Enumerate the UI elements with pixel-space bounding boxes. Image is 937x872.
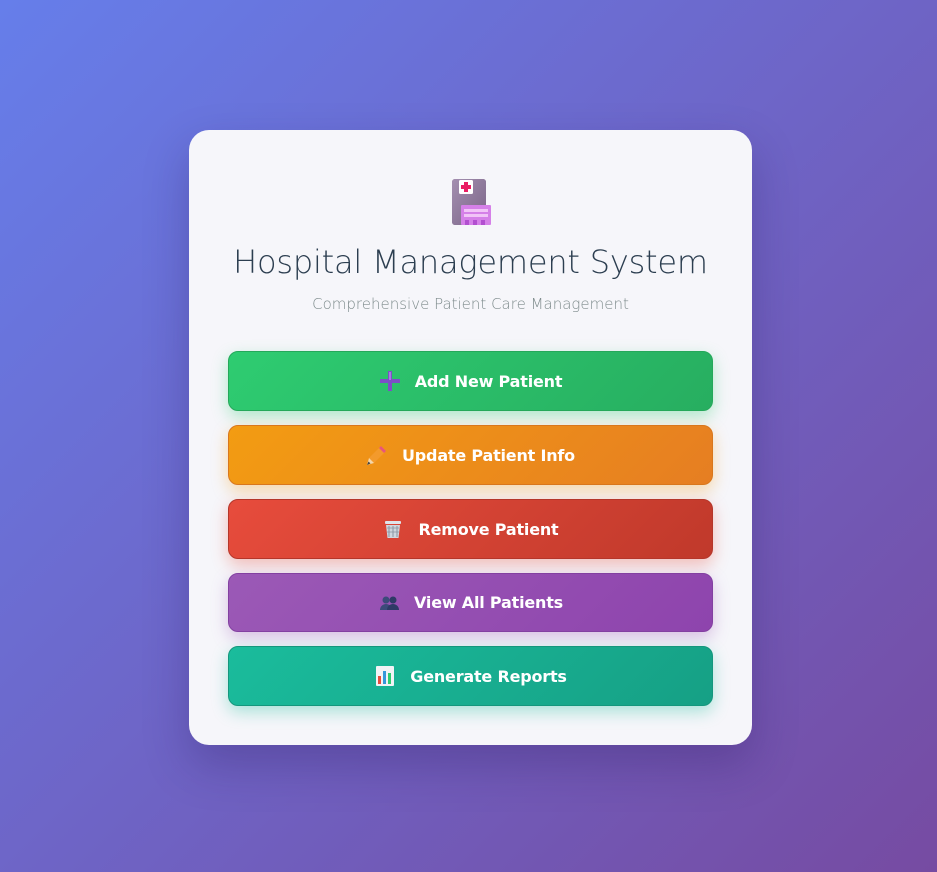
add-new-patient-label: Add New Patient xyxy=(414,371,563,391)
pencil-icon xyxy=(366,444,388,466)
generate-reports-button[interactable]: Generate Reports xyxy=(228,646,713,706)
add-new-patient-button[interactable]: Add New Patient xyxy=(228,351,713,411)
users-icon xyxy=(378,592,400,614)
plus-icon xyxy=(379,370,401,392)
generate-reports-label: Generate Reports xyxy=(410,666,567,686)
page-title: Hospital Management System xyxy=(233,243,708,281)
hospital-icon xyxy=(449,178,495,228)
chart-icon xyxy=(374,665,396,687)
view-all-patients-button[interactable]: View All Patients xyxy=(228,573,713,632)
page-subtitle: Comprehensive Patient Care Management xyxy=(312,295,629,313)
update-patient-info-button[interactable]: Update Patient Info xyxy=(228,425,713,485)
update-patient-info-label: Update Patient Info xyxy=(402,445,575,465)
trash-icon xyxy=(382,518,404,540)
view-all-patients-label: View All Patients xyxy=(414,593,563,612)
remove-patient-label: Remove Patient xyxy=(418,519,559,539)
remove-patient-button[interactable]: Remove Patient xyxy=(228,499,713,559)
main-card: Hospital Management System Comprehensive… xyxy=(189,130,752,745)
